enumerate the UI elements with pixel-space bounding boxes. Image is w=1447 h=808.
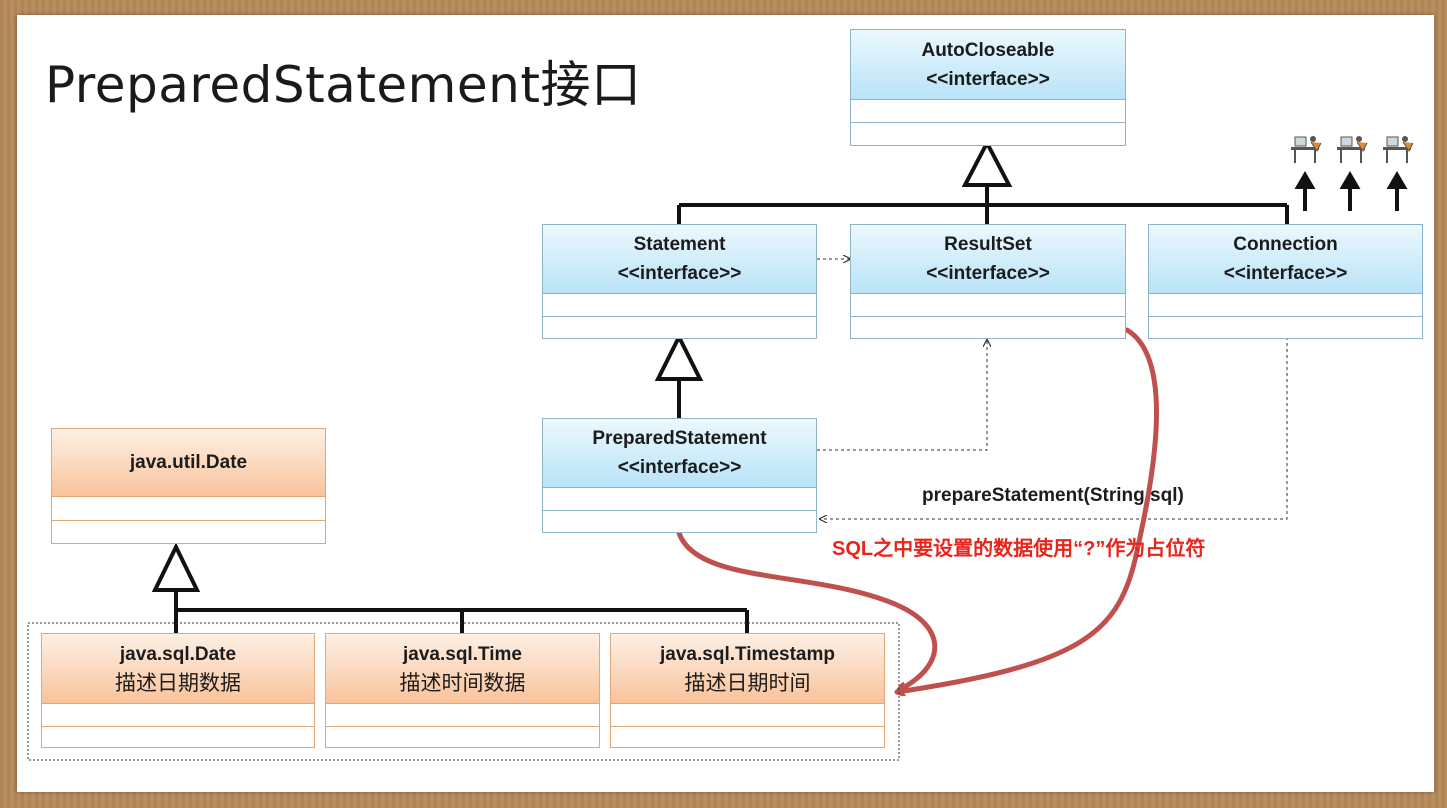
class-java-sql-date: java.sql.Date 描述日期数据 [41,633,315,748]
class-name: java.util.Date [129,452,248,473]
class-name: Statement [633,234,726,255]
inheritance-date [174,590,749,633]
class-statement: Statement <<interface>> [542,224,817,339]
class-name: java.sql.Date [119,643,237,665]
class-java-sql-time: java.sql.Time 描述时间数据 [325,633,600,748]
class-preparedstatement: PreparedStatement <<interface>> [542,418,817,533]
method-label: prepareStatement(String sql) [922,485,1184,506]
class-description: 描述日期数据 [115,670,241,695]
class-resultset: ResultSet <<interface>> [850,224,1126,339]
inherit-triangle-statement [654,332,704,381]
class-name: PreparedStatement [592,428,767,449]
class-stereotype: <<interface>> [617,457,742,478]
class-name: java.sql.Timestamp [660,643,835,665]
desk-user-icon [1337,136,1368,163]
class-java-sql-timestamp: java.sql.Timestamp 描述日期时间 [610,633,885,748]
class-autocloseable: AutoCloseable <<interface>> [850,29,1126,146]
desk-user-icon [1383,136,1414,163]
class-java-util-date: java.util.Date [51,428,326,544]
inherit-triangle-util-date [151,542,201,592]
class-name: Connection [1233,234,1338,255]
class-stereotype: <<interface>> [1223,263,1348,284]
class-stereotype: <<interface>> [926,68,1050,90]
inheritance-autocloseable [677,185,1289,225]
class-stereotype: <<interface>> [617,263,742,284]
class-name: ResultSet [944,234,1032,255]
dep-prepared-resultset [817,340,987,451]
placeholder-note: SQL之中要设置的数据使用“?”作为占位符 [832,538,1206,560]
slide: PreparedStatement接口 AutoCloseable <<inte… [17,15,1434,792]
class-name: AutoCloseable [921,39,1055,61]
class-connection: Connection <<interface>> [1148,224,1423,339]
class-description: 描述日期时间 [684,670,811,695]
class-name: java.sql.Time [403,643,522,665]
desk-user-icon [1291,136,1322,163]
class-stereotype: <<interface>> [926,263,1050,284]
class-description: 描述时间数据 [399,670,526,695]
inherit-triangle-autocloseable [961,138,1013,187]
